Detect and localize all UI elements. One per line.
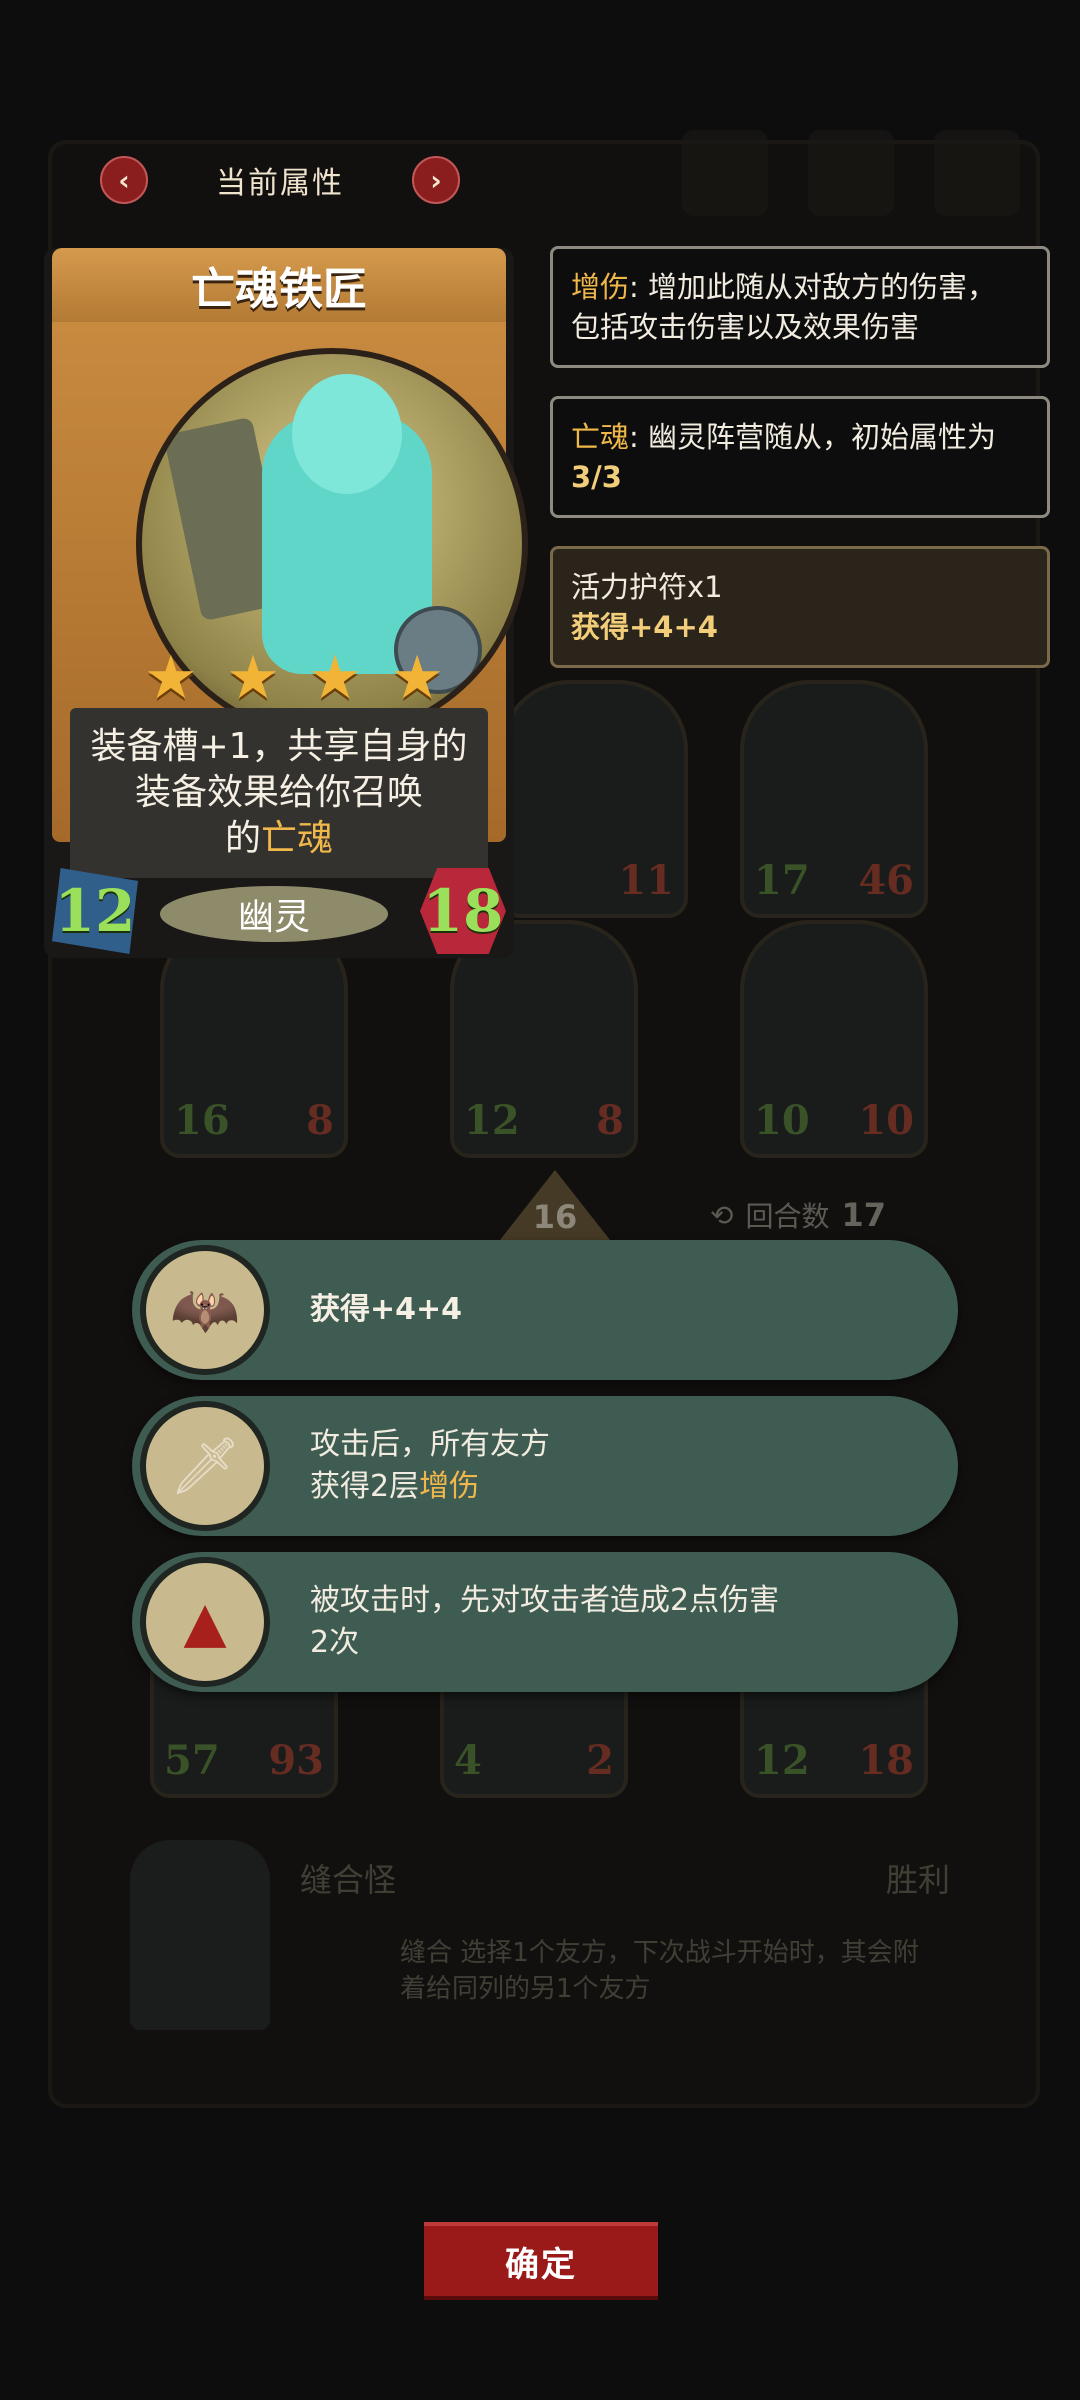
dagger-icon: 🗡: [140, 1401, 270, 1531]
tribe-label: 幽灵: [160, 886, 388, 942]
card-name: 亡魂铁匠: [52, 248, 506, 322]
next-button[interactable]: ›: [412, 156, 460, 204]
card-description: 装备槽+1，共享自身的 装备效果给你召唤 的亡魂: [70, 708, 488, 878]
minion-card: 亡魂铁匠 ★ ★ ★ ★ 装备槽+1，共享自身的 装备效果给你召唤 的亡魂 12…: [44, 248, 528, 958]
effect-row: 🗡 攻击后，所有友方 获得2层增伤: [132, 1396, 958, 1536]
effect-row: 🦇 获得+4+4: [132, 1240, 958, 1380]
attack-stat: 12: [52, 868, 138, 954]
item-tooltip: 活力护符x1 获得+4+4: [550, 546, 1050, 668]
star-icon: ★: [390, 643, 444, 713]
card-stats: 12 幽灵 18: [44, 868, 514, 958]
star-icon: ★: [226, 643, 280, 713]
health-stat: 18: [420, 868, 506, 954]
keyword-tooltip-damage: 增伤: 增加此随从对敌方的伤害， 包括攻击伤害以及效果伤害: [550, 246, 1050, 368]
effect-row: ▲ 被攻击时，先对攻击者造成2点伤害 2次: [132, 1552, 958, 1692]
star-icon: ★: [144, 643, 198, 713]
attribute-header: ‹ 当前属性 ›: [100, 150, 460, 210]
star-icon: ★: [308, 643, 362, 713]
ghost-head: [292, 374, 402, 494]
attribute-title: 当前属性: [216, 166, 344, 201]
keyword-tooltip-soul: 亡魂: 幽灵阵营随从，初始属性为 3/3: [550, 396, 1050, 518]
bat-amulet-icon: 🦇: [140, 1245, 270, 1375]
confirm-button[interactable]: 确定: [424, 2222, 658, 2300]
star-rating: ★ ★ ★ ★: [144, 648, 444, 708]
red-cloak-icon: ▲: [140, 1557, 270, 1687]
prev-button[interactable]: ‹: [100, 156, 148, 204]
